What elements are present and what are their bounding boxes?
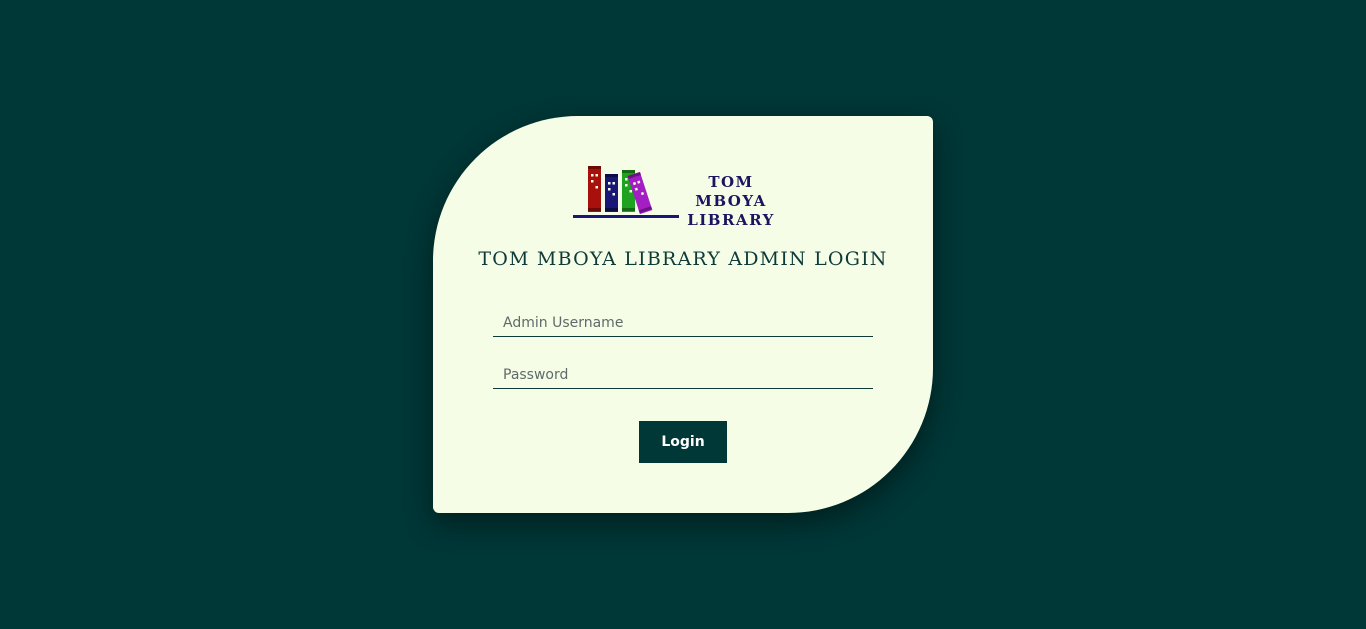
login-button[interactable]: Login xyxy=(639,421,727,463)
password-input[interactable] xyxy=(493,361,873,389)
admin-username-input[interactable] xyxy=(493,309,873,337)
library-logo: TOM MBOYA LIBRARY xyxy=(571,162,791,229)
login-card: TOM MBOYA LIBRARY TOM MBOYA LIBRARY ADMI… xyxy=(433,116,933,513)
logo-line-2: LIBRARY xyxy=(687,211,775,229)
books-on-shelf-icon xyxy=(573,166,679,218)
logo-wordmark: TOM MBOYA LIBRARY xyxy=(671,173,791,230)
logo-line-1: TOM MBOYA xyxy=(695,173,767,210)
page-title: TOM MBOYA LIBRARY ADMIN LOGIN xyxy=(478,248,888,270)
